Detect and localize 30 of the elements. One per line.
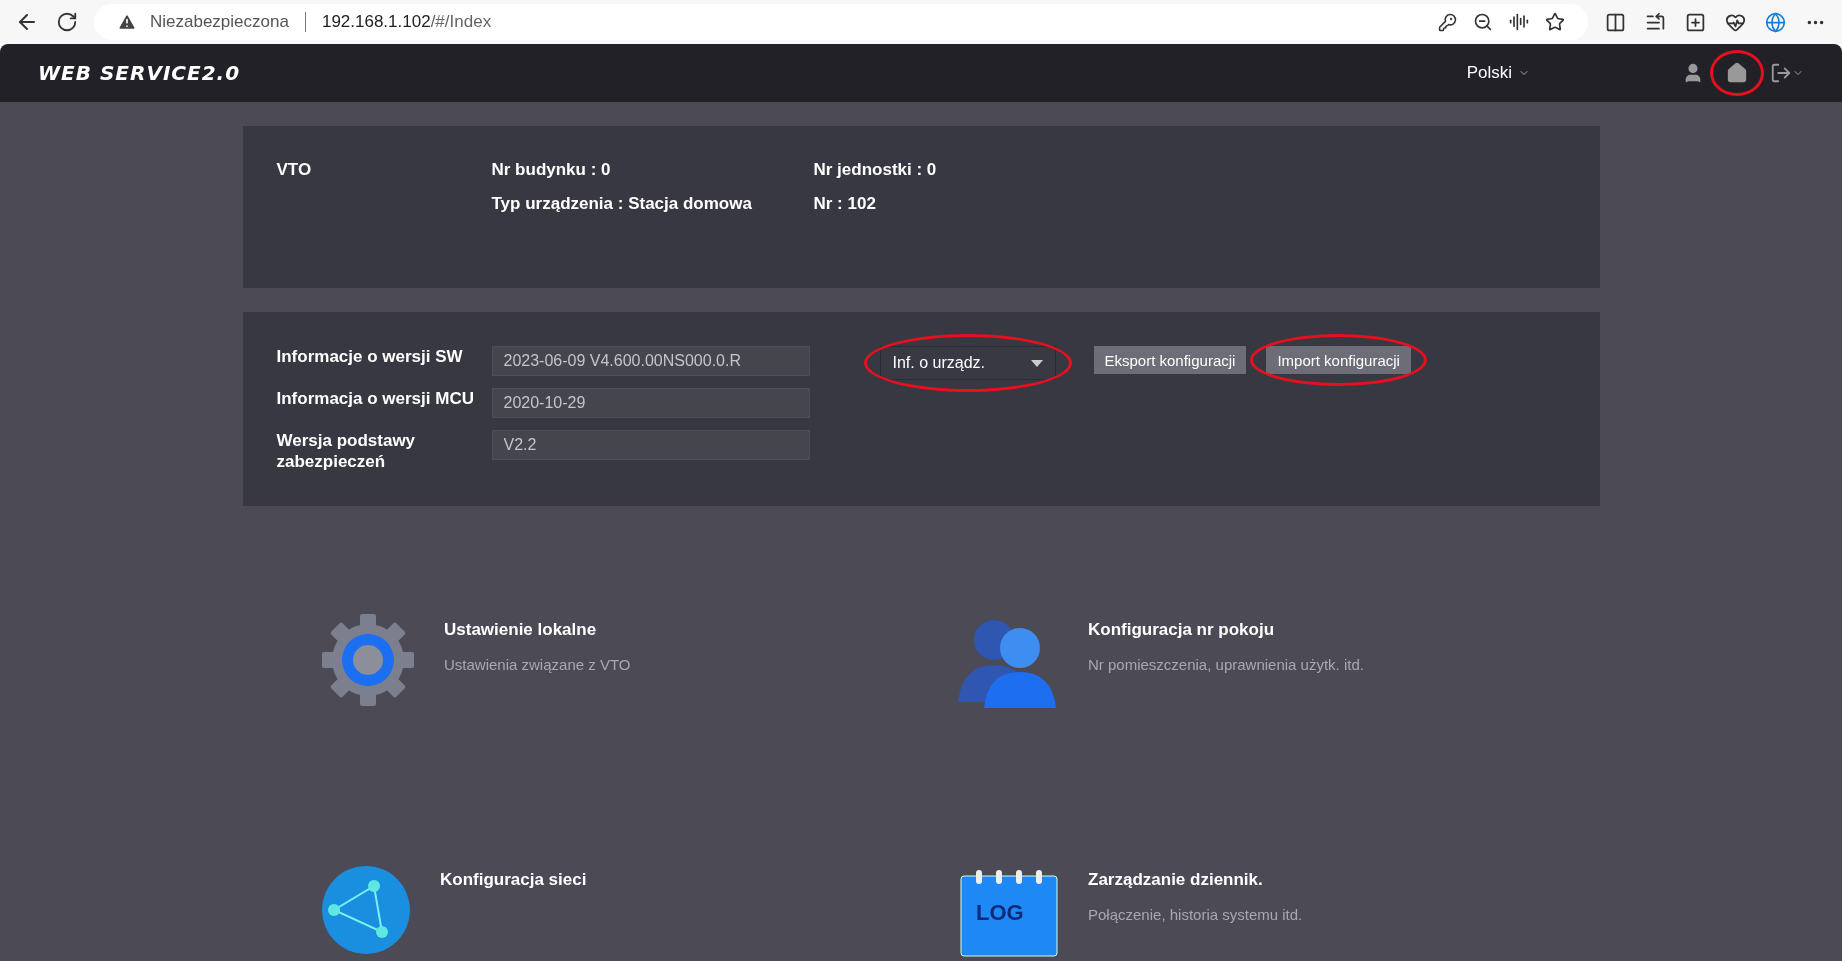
tile-title[interactable]: Konfiguracja sieci [440,870,587,890]
version-field[interactable]: 2023-06-09 V4.600.00NS000.0.R [491,346,810,376]
tile-description: Ustawienia związane z VTO [444,656,631,673]
tile-description: Połączenie, historia systemu itd. [1088,906,1303,923]
config-button[interactable]: Eksport konfiguracji [1093,346,1247,374]
device-property: Nr budynku : 0 [491,160,612,180]
app-logo: WEB SERVICE2.0 [38,61,241,85]
version-field[interactable]: 2020-10-29 [491,388,810,418]
config-button[interactable]: Import konfiguracji [1266,346,1411,374]
url-host: 192.168.1.102 [321,12,431,32]
tile-title[interactable]: Zarządzanie dziennik. [1088,870,1303,890]
device-property: Nr : 102 [813,194,877,214]
language-menu[interactable]: Polski [1466,63,1530,83]
home-icon[interactable] [1726,62,1748,84]
tile-description: Nr pomieszczenia, uprawnienia użytk. itd. [1088,656,1364,673]
version-label: Informacje o wersji SW [276,346,464,367]
tile-title[interactable]: Konfiguracja nr pokoju [1088,620,1364,640]
address-bar[interactable]: Niezabezpieczona 192.168.1.102/#/Index [94,4,1588,40]
version-label: Wersja podstawy zabezpieczeń [276,430,417,472]
device-name: VTO [276,160,313,180]
device-property: Typ urządzenia : Stacja domowa [491,194,753,214]
security-label: Niezabezpieczona [150,12,289,32]
version-label: Informacja o wersji MCU [276,388,475,409]
caret-icon [1030,359,1043,367]
logout-icon[interactable] [1770,62,1804,84]
url-path: /#/Index [430,12,492,32]
device-info-dropdown[interactable]: Inf. o urządz. [879,346,1056,380]
device-property: Nr jednostki : 0 [813,160,938,180]
tile-title[interactable]: Ustawienie lokalne [444,620,631,640]
version-field[interactable]: V2.2 [491,430,810,460]
